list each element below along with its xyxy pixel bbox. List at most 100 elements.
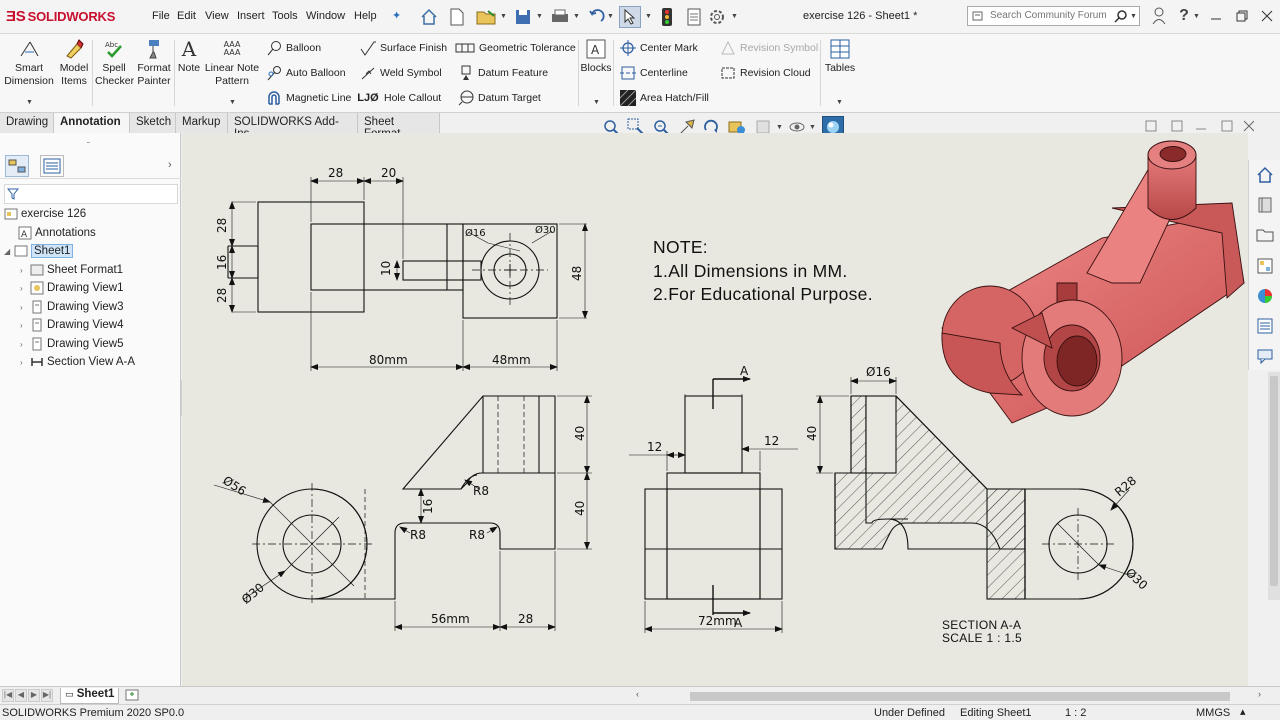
tree-item-drawing-view5[interactable]: › Drawing View5 xyxy=(20,335,124,353)
open-dropdown-icon[interactable]: ▼ xyxy=(500,13,507,20)
tree-item-drawing-view3[interactable]: › Drawing View3 xyxy=(20,298,124,316)
expand-arrow-icon[interactable]: › xyxy=(20,266,30,275)
dim-top-28[interactable]: 28 xyxy=(328,166,343,180)
dim-left-16[interactable]: 16 xyxy=(215,255,229,270)
dim-front-16[interactable]: 16 xyxy=(421,499,435,514)
dim-sec-16[interactable]: Ø16 xyxy=(866,365,891,379)
view-palette-icon[interactable] xyxy=(1254,255,1276,277)
vertical-scroll-thumb[interactable] xyxy=(1270,376,1278,586)
tables-dropdown-icon[interactable]: ▼ xyxy=(836,99,843,106)
feature-tree-tab-icon[interactable] xyxy=(5,155,29,177)
tree-item-sheet-format1[interactable]: › Sheet Format1 xyxy=(20,261,123,279)
home-icon[interactable] xyxy=(418,6,440,28)
dim-front-r8a[interactable]: R8 xyxy=(473,484,489,498)
help-icon[interactable]: ? xyxy=(1173,6,1195,26)
view-settings-dropdown-icon[interactable]: ▼ xyxy=(809,124,816,131)
menu-window[interactable]: Window xyxy=(306,10,345,22)
save-dropdown-icon[interactable]: ▼ xyxy=(536,13,543,20)
dim-left-28b[interactable]: 28 xyxy=(215,288,229,303)
menu-edit[interactable]: Edit xyxy=(177,10,196,22)
tree-root-document[interactable]: exercise 126 xyxy=(4,205,86,223)
hole-callout-button[interactable]: LJØ Hole Callout xyxy=(357,89,441,107)
drawing-sheet[interactable]: 28 20 28 16 28 10 Ø16 Ø30 48 80mm 48mm Ø… xyxy=(182,120,1254,686)
dim-bottom-80[interactable]: 80mm xyxy=(369,353,408,367)
menu-help[interactable]: Help xyxy=(354,10,377,22)
tab-annotation[interactable]: Annotation xyxy=(54,113,130,133)
dim-side-12b[interactable]: 12 xyxy=(764,434,779,448)
dim-sec-r28[interactable]: R28 xyxy=(1112,473,1139,499)
top-view[interactable]: 28 20 28 16 28 10 Ø16 Ø30 48 80mm 48mm xyxy=(215,166,588,371)
tab-drawing[interactable]: Drawing xyxy=(0,113,54,133)
dim-left-28a[interactable]: 28 xyxy=(215,218,229,233)
tab-sketch[interactable]: Sketch xyxy=(130,113,176,133)
expand-arrow-icon[interactable]: › xyxy=(20,340,30,349)
tree-item-annotations[interactable]: A Annotations xyxy=(18,224,96,242)
dim-front-40b[interactable]: 40 xyxy=(573,501,587,516)
magnetic-line-button[interactable]: Magnetic Line xyxy=(266,89,351,107)
add-sheet-icon[interactable] xyxy=(125,688,139,705)
sheet1-tab[interactable]: ▭ Sheet1 xyxy=(60,688,120,704)
revision-cloud-button[interactable]: Revision Cloud xyxy=(720,64,811,82)
search-category-icon[interactable] xyxy=(972,10,986,25)
dim-front-30[interactable]: Ø30 xyxy=(239,580,267,607)
dim-hole-16[interactable]: Ø16 xyxy=(465,227,486,239)
tab-sheet-format[interactable]: Sheet Format xyxy=(358,113,440,140)
tree-item-section-view[interactable]: › Section View A-A xyxy=(20,353,135,371)
filter-icon[interactable] xyxy=(6,187,20,204)
centerline-button[interactable]: Centerline xyxy=(620,64,688,82)
note-button[interactable]: A Note xyxy=(176,38,202,75)
dim-front-40a[interactable]: 40 xyxy=(573,426,587,441)
undo-dropdown-icon[interactable]: ▼ xyxy=(607,13,614,20)
format-painter-button[interactable]: Format Painter xyxy=(134,38,174,88)
front-view[interactable]: Ø56 Ø30 16 R8 R8 R8 40 40 56mm 28 xyxy=(213,395,592,631)
dim-sec-40[interactable]: 40 xyxy=(805,426,819,441)
next-sheet-icon[interactable]: ▶ xyxy=(28,689,40,702)
datum-feature-button[interactable]: Datum Feature xyxy=(458,64,548,82)
tree-item-drawing-view1[interactable]: › Drawing View1 xyxy=(20,279,124,297)
vertical-scrollbar[interactable] xyxy=(1268,372,1280,600)
dim-front-r8c[interactable]: R8 xyxy=(469,528,485,542)
search-box[interactable]: ▼ xyxy=(967,6,1140,26)
more-tabs-chevron-icon[interactable]: › xyxy=(168,159,172,171)
blocks-dropdown-icon[interactable]: ▼ xyxy=(593,99,600,106)
file-properties-icon[interactable] xyxy=(683,6,705,28)
tab-solidworks-addins[interactable]: SOLIDWORKS Add-Ins xyxy=(228,113,358,140)
geometric-tolerance-button[interactable]: Geometric Tolerance xyxy=(455,39,576,57)
smart-dimension-dropdown-icon[interactable]: ▼ xyxy=(26,99,33,106)
smart-dimension-button[interactable]: Smart Dimension xyxy=(4,38,54,88)
scroll-right-icon[interactable]: › xyxy=(1258,689,1261,699)
open-folder-icon[interactable] xyxy=(476,6,498,28)
design-library-icon[interactable] xyxy=(1254,194,1276,216)
pin-icon[interactable]: ✦ xyxy=(392,9,401,22)
status-units[interactable]: MMGS xyxy=(1196,707,1230,719)
search-icon[interactable] xyxy=(1114,9,1128,26)
spell-checker-button[interactable]: Abc Spell Checker xyxy=(95,38,134,88)
print-icon[interactable] xyxy=(549,6,571,28)
menu-tools[interactable]: Tools xyxy=(272,10,298,22)
dim-front-56[interactable]: Ø56 xyxy=(220,473,248,498)
last-sheet-icon[interactable]: ▶| xyxy=(41,689,53,702)
search-input[interactable] xyxy=(990,10,1110,21)
section-label-a-top[interactable]: A xyxy=(740,364,749,378)
balloon-button[interactable]: Balloon xyxy=(266,39,321,57)
restore-window-icon[interactable] xyxy=(1231,6,1253,26)
new-document-icon[interactable] xyxy=(446,6,468,28)
tree-item-sheet1[interactable]: ◢ Sheet1 xyxy=(4,242,74,260)
model-items-button[interactable]: Model Items xyxy=(56,38,92,88)
units-dropdown-icon[interactable]: ▴ xyxy=(1240,705,1246,718)
menu-view[interactable]: View xyxy=(205,10,229,22)
graphics-window-controls[interactable] xyxy=(1144,119,1254,135)
user-account-icon[interactable] xyxy=(1148,6,1170,26)
dim-bottom-48[interactable]: 48mm xyxy=(492,353,531,367)
auto-balloon-button[interactable]: Auto Balloon xyxy=(266,64,346,82)
appearances-scenes-icon[interactable] xyxy=(1254,285,1276,307)
tables-button[interactable]: Tables xyxy=(824,38,856,75)
select-dropdown-icon[interactable]: ▼ xyxy=(645,13,652,20)
save-icon[interactable] xyxy=(512,6,534,28)
collapse-arrow-icon[interactable]: ◢ xyxy=(4,247,14,256)
expand-arrow-icon[interactable]: › xyxy=(20,284,30,293)
horizontal-scroll-thumb[interactable] xyxy=(690,692,1230,701)
forum-icon[interactable] xyxy=(1254,345,1276,367)
area-hatch-fill-button[interactable]: Area Hatch/Fill xyxy=(620,89,709,107)
file-explorer-icon[interactable] xyxy=(1254,224,1276,246)
